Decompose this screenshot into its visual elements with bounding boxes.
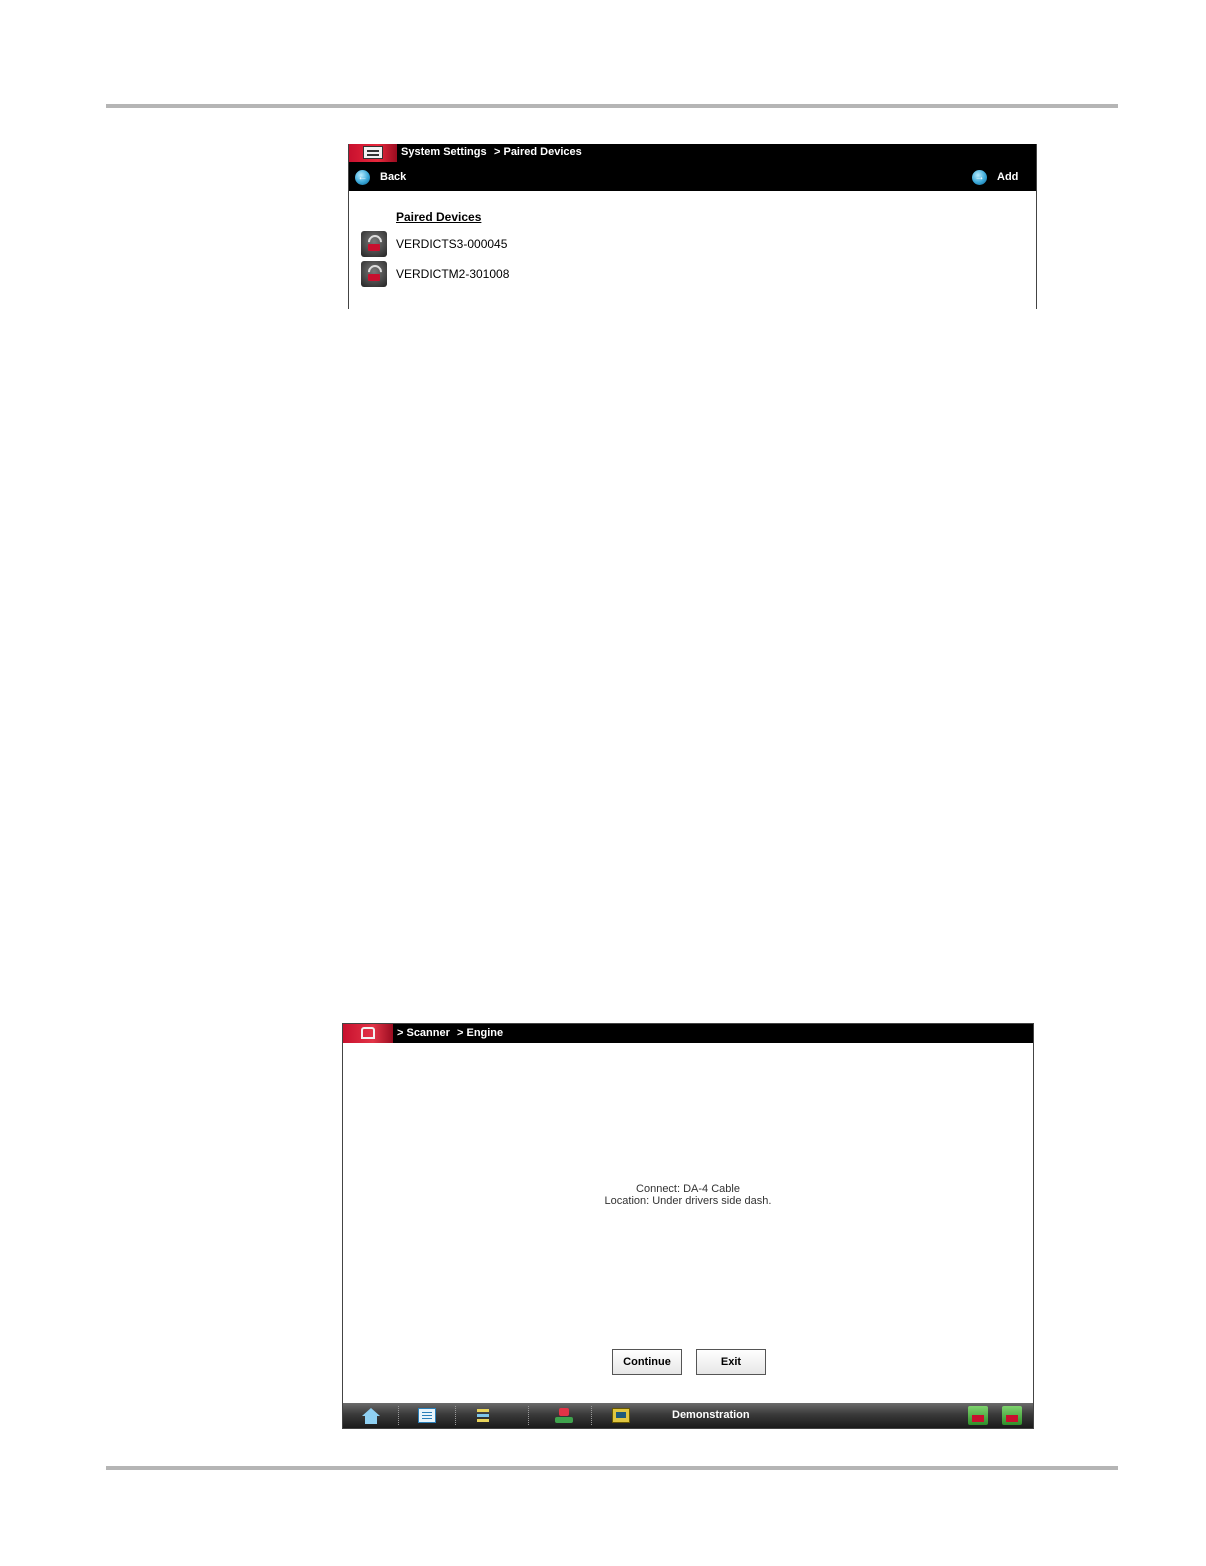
device-name: VERDICTM2-301008 bbox=[396, 267, 510, 281]
device-name: VERDICTS3-000045 bbox=[396, 237, 508, 251]
connect-instruction: Connect: DA-4 Cable bbox=[636, 1183, 740, 1195]
exit-button[interactable]: Exit bbox=[696, 1349, 766, 1375]
scanner-device-icon bbox=[361, 261, 387, 287]
settings-icon bbox=[363, 146, 383, 159]
paired-devices-heading: Paired Devices bbox=[396, 210, 482, 224]
mode-label: Demonstration bbox=[672, 1409, 750, 1421]
vehicle-icon bbox=[361, 1027, 375, 1039]
parameter-list-icon[interactable] bbox=[473, 1406, 495, 1425]
app-logo[interactable] bbox=[343, 1024, 393, 1043]
toolbar-divider bbox=[528, 1406, 530, 1425]
add-button[interactable]: → Add bbox=[972, 168, 1018, 186]
continue-button[interactable]: Continue bbox=[612, 1349, 682, 1375]
page-footer-rule bbox=[106, 1466, 1118, 1470]
back-arrow-icon: ← bbox=[355, 169, 370, 185]
tools-icon[interactable] bbox=[553, 1406, 575, 1425]
scanner-device-icon bbox=[361, 231, 387, 257]
toolbar-divider bbox=[398, 1406, 400, 1425]
scanner-engine-screen: > Scanner > Engine Connect: DA-4 Cable L… bbox=[342, 1023, 1034, 1429]
paired-device-item[interactable]: VERDICTM2-301008 bbox=[361, 261, 509, 287]
toolbar-divider bbox=[455, 1406, 457, 1425]
paired-devices-screen: System Settings > Paired Devices ← Back … bbox=[348, 144, 1037, 309]
location-instruction: Location: Under drivers side dash. bbox=[604, 1195, 772, 1207]
vehicle-status-icon[interactable] bbox=[1001, 1406, 1023, 1425]
title-bar: > Scanner > Engine bbox=[343, 1024, 1033, 1043]
home-icon[interactable] bbox=[360, 1406, 382, 1425]
back-button[interactable]: ← Back bbox=[355, 168, 406, 186]
bottom-toolbar: Demonstration bbox=[343, 1403, 1033, 1428]
connection-status-icon[interactable] bbox=[967, 1406, 989, 1425]
data-list-icon[interactable] bbox=[416, 1406, 438, 1425]
app-logo[interactable] bbox=[349, 144, 397, 162]
breadcrumb-system-settings[interactable]: System Settings bbox=[401, 146, 487, 158]
breadcrumb-paired-devices: > Paired Devices bbox=[494, 146, 582, 158]
add-label: Add bbox=[997, 171, 1019, 183]
back-label: Back bbox=[380, 171, 407, 183]
add-arrow-icon: → bbox=[972, 169, 987, 185]
breadcrumb-scanner[interactable]: > Scanner bbox=[397, 1027, 450, 1039]
title-bar: System Settings > Paired Devices ← Back … bbox=[349, 144, 1036, 191]
page-header-rule bbox=[106, 104, 1118, 108]
breadcrumb-engine: > Engine bbox=[457, 1027, 504, 1039]
paired-device-item[interactable]: VERDICTS3-000045 bbox=[361, 231, 507, 257]
toolbar-divider bbox=[591, 1406, 593, 1425]
scope-icon[interactable] bbox=[610, 1406, 632, 1425]
